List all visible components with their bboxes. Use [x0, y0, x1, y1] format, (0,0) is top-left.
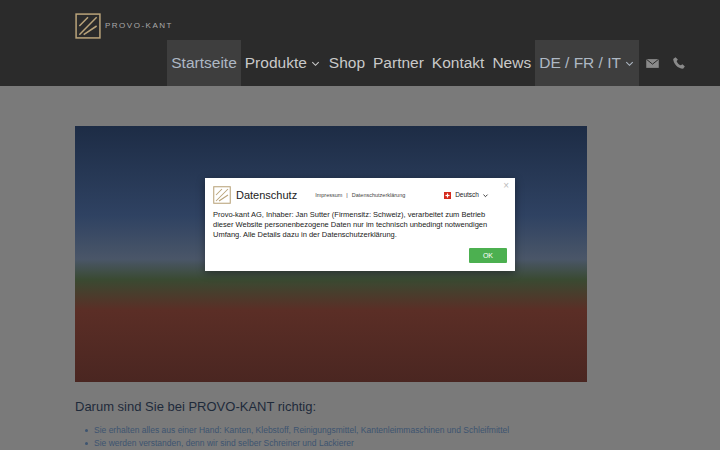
nav-item[interactable]: DE / FR / IT [535, 40, 639, 86]
nav-label: Partner [373, 40, 424, 86]
benefit-item: Sie werden verstanden, denn wir sind sel… [85, 437, 587, 450]
logo[interactable]: PROVO-KANT [0, 0, 720, 40]
dialog-links: Impressum | Datenschutzerklärung [315, 191, 405, 199]
chevron-down-icon [482, 192, 489, 199]
link-separator: | [346, 191, 347, 199]
nav-item[interactable]: News [488, 40, 535, 86]
dialog-header: Datenschutz Impressum | Datenschutzerklärun… [213, 186, 507, 204]
close-button[interactable]: × [503, 181, 509, 191]
mail-button[interactable] [639, 40, 666, 86]
nav-item[interactable]: Startseite [167, 40, 240, 86]
dialog-text: Provo-kant AG, Inhaber: Jan Sutter (Firm… [213, 210, 507, 240]
nav-item[interactable]: Partner [369, 40, 428, 86]
logo-text: PROVO-KANT [105, 20, 173, 32]
nav-item[interactable]: Produkte [241, 40, 325, 86]
nav-label: DE / FR / IT [539, 40, 621, 86]
language-select[interactable]: Deutsch [444, 190, 489, 200]
privacy-dialog: Datenschutz Impressum | Datenschutzerklärun… [205, 178, 515, 271]
section-heading: Darum sind Sie bei PROVO-KANT richtig: [75, 399, 720, 415]
nav-label: Kontakt [432, 40, 485, 86]
nav-item[interactable]: Shop [325, 40, 369, 86]
benefit-item: Sie erhalten alles aus einer Hand: Kante… [85, 424, 587, 437]
nav-item[interactable]: Kontakt [428, 40, 489, 86]
language-label: Deutsch [455, 190, 479, 200]
ok-button[interactable]: OK [469, 248, 507, 263]
dialog-footer: OK [213, 248, 507, 263]
privacy-link[interactable]: Datenschutzerklärung [352, 191, 406, 199]
phone-icon [672, 56, 686, 70]
swiss-flag-icon [444, 192, 451, 199]
main-nav: StartseiteProdukte ShopPartnerKontaktNews… [0, 40, 720, 86]
benefit-list: Sie erhalten alles aus einer Hand: Kante… [75, 424, 587, 450]
logo-icon [75, 13, 101, 39]
chevron-down-icon [624, 58, 635, 69]
mail-icon [645, 56, 660, 71]
nav-label: Startseite [171, 40, 236, 86]
logo-icon [213, 186, 231, 204]
nav-label: News [492, 40, 531, 86]
chevron-down-icon [310, 58, 321, 69]
bullet-dot [85, 442, 88, 445]
phone-button[interactable] [666, 40, 692, 86]
bullet-dot [85, 429, 88, 432]
benefit-text: Sie werden verstanden, denn wir sind sel… [94, 438, 354, 448]
nav-label: Produkte [245, 40, 307, 86]
dialog-title: Datenschutz [236, 187, 297, 204]
benefit-text: Sie erhalten alles aus einer Hand: Kante… [94, 425, 509, 435]
nav-label: Shop [329, 40, 365, 86]
imprint-link[interactable]: Impressum [315, 191, 342, 199]
site-header: PROVO-KANT StartseiteProdukte ShopPartnerK… [0, 0, 720, 86]
